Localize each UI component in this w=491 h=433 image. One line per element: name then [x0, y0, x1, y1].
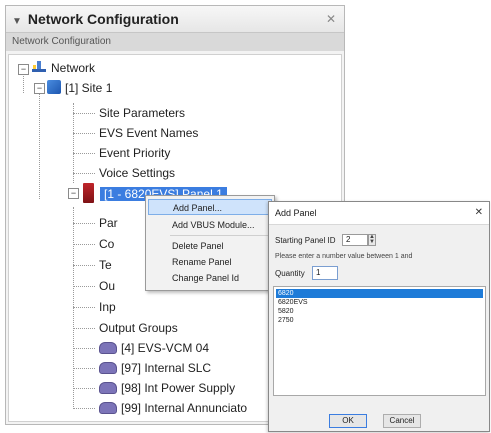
- menu-separator: [170, 235, 270, 236]
- tree-node-panel-child[interactable]: Ou: [99, 277, 115, 295]
- device-icon: [99, 362, 117, 374]
- tree-node-label: [99] Internal Annunciato: [121, 401, 248, 415]
- tree-node-event-priority[interactable]: Event Priority: [99, 144, 170, 162]
- network-icon: [32, 61, 46, 72]
- collapse-arrow-icon[interactable]: ▼: [12, 16, 22, 27]
- tree-node-voice-settings[interactable]: Voice Settings: [99, 164, 175, 182]
- menu-item-change-panel-id[interactable]: Change Panel Id: [148, 270, 272, 286]
- list-item[interactable]: 6820EVS: [276, 298, 483, 307]
- spinner-arrows-icon[interactable]: ▲ ▼: [368, 234, 376, 246]
- menu-item-add-vbus-module[interactable]: Add VBUS Module...: [148, 217, 272, 233]
- tree-node-device[interactable]: [98] Int Power Supply: [99, 379, 235, 397]
- quantity-label: Quantity: [275, 269, 305, 278]
- tree-node-label: [4] EVS-VCM 04: [121, 341, 210, 355]
- tree-node-device[interactable]: [4] EVS-VCM 04: [99, 339, 209, 357]
- site-icon: [47, 80, 61, 94]
- panel-type-list[interactable]: 6820 6820EVS 5820 2750: [273, 286, 486, 396]
- close-icon[interactable]: ✕: [475, 202, 483, 224]
- tree-node-panel-child[interactable]: Co: [99, 235, 114, 253]
- dialog-title: Add Panel: [275, 208, 317, 218]
- tree-node-panel-child[interactable]: Te: [99, 256, 112, 274]
- panel-subtitle: Network Configuration: [6, 33, 344, 51]
- tree-node-label: [98] Int Power Supply: [121, 381, 236, 395]
- tree-node-network[interactable]: Network: [31, 59, 95, 77]
- list-item[interactable]: 2750: [276, 316, 483, 325]
- starting-panel-input[interactable]: 2: [342, 234, 368, 246]
- tree-node-site[interactable]: [1] Site 1: [47, 79, 112, 97]
- tree-node-panel-child[interactable]: Par: [99, 214, 118, 232]
- panel-title: Network Configuration: [27, 11, 179, 27]
- tree-node-label: [97] Internal SLC: [121, 361, 212, 375]
- list-item[interactable]: 5820: [276, 307, 483, 316]
- tree-node-evs-event-names[interactable]: EVS Event Names: [99, 124, 198, 142]
- tree-node-site-parameters[interactable]: Site Parameters: [99, 104, 185, 122]
- add-panel-dialog: Add Panel ✕ Starting Panel ID 2 ▲ ▼ Pleas…: [268, 201, 490, 432]
- ok-button[interactable]: OK: [329, 414, 367, 428]
- hint-text: Please enter a number value between 1 an…: [275, 253, 413, 260]
- tree-node-device[interactable]: [97] Internal SLC: [99, 359, 211, 377]
- starting-panel-label: Starting Panel ID: [275, 236, 336, 245]
- device-icon: [99, 402, 117, 414]
- list-item-selected[interactable]: 6820: [276, 289, 483, 298]
- site-collapse-toggle[interactable]: −: [34, 83, 45, 94]
- panel-title-bar: ▼ Network Configuration ✕: [6, 6, 344, 33]
- network-collapse-toggle[interactable]: −: [18, 64, 29, 75]
- panel-icon: [83, 183, 94, 203]
- cancel-button[interactable]: Cancel: [383, 414, 421, 428]
- tree-node-label: Network: [51, 61, 96, 75]
- dialog-title-bar: Add Panel ✕: [269, 202, 489, 225]
- panel-collapse-toggle[interactable]: −: [68, 188, 79, 199]
- tree-node-output-groups[interactable]: Output Groups: [99, 319, 178, 337]
- device-icon: [99, 342, 117, 354]
- quantity-input[interactable]: 1: [312, 266, 338, 280]
- device-icon: [99, 382, 117, 394]
- tree-node-device[interactable]: [99] Internal Annunciato: [99, 399, 247, 417]
- menu-item-rename-panel[interactable]: Rename Panel: [148, 254, 272, 270]
- menu-item-delete-panel[interactable]: Delete Panel: [148, 238, 272, 254]
- panel-pin-icon[interactable]: ✕: [326, 6, 336, 32]
- panel-context-menu: Add Panel... Add VBUS Module... Delete P…: [145, 195, 275, 291]
- tree-node-label: [1] Site 1: [65, 81, 113, 95]
- tree-node-panel-child[interactable]: Inp: [99, 298, 116, 316]
- menu-item-add-panel[interactable]: Add Panel...: [148, 199, 272, 215]
